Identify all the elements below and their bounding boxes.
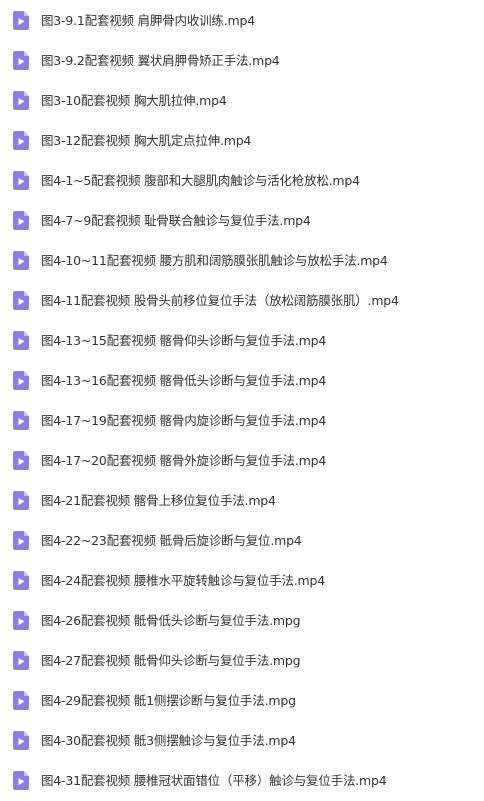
file-name: 图4-27配套视频 骶骨仰头诊断与复位手法.mpg (41, 653, 301, 668)
video-file-icon (13, 771, 29, 790)
video-file-icon (13, 531, 29, 550)
file-list: 图3-9.1配套视频 肩胛骨内收训练.mp4 图3-9.2配套视频 翼状肩胛骨矫正… (0, 0, 484, 795)
file-row[interactable]: 图4-11配套视频 股骨头前移位复位手法（放松阔筋膜张肌）.mp4 (0, 281, 484, 321)
video-file-icon (13, 571, 29, 590)
file-row[interactable]: 图3-9.2配套视频 翼状肩胛骨矫正手法.mp4 (0, 41, 484, 81)
video-file-icon (13, 91, 29, 110)
video-file-icon (13, 691, 29, 710)
video-file-icon (13, 731, 29, 750)
file-name: 图4-7~9配套视频 耻骨联合触诊与复位手法.mp4 (41, 213, 311, 228)
file-row[interactable]: 图4-7~9配套视频 耻骨联合触诊与复位手法.mp4 (0, 201, 484, 241)
video-file-icon (13, 291, 29, 310)
video-file-icon (13, 611, 29, 630)
file-row[interactable]: 图3-9.1配套视频 肩胛骨内收训练.mp4 (0, 1, 484, 41)
video-file-icon (13, 651, 29, 670)
video-file-icon (13, 131, 29, 150)
file-row[interactable]: 图4-13~16配套视频 髂骨低头诊断与复位手法.mp4 (0, 361, 484, 401)
file-row[interactable]: 图4-30配套视频 骶3侧摆触诊与复位手法.mp4 (0, 721, 484, 761)
file-row[interactable]: 图3-10配套视频 胸大肌拉伸.mp4 (0, 81, 484, 121)
file-name: 图4-1~5配套视频 腹部和大腿肌肉触诊与活化枪放松.mp4 (41, 173, 360, 188)
file-row[interactable]: 图4-31配套视频 腰椎冠状面错位（平移）触诊与复位手法.mp4 (0, 761, 484, 801)
video-file-icon (13, 491, 29, 510)
file-name: 图4-30配套视频 骶3侧摆触诊与复位手法.mp4 (41, 733, 296, 748)
file-name: 图4-10~11配套视频 腰方肌和阔筋膜张肌触诊与放松手法.mp4 (41, 253, 388, 268)
file-row[interactable]: 图4-17~20配套视频 髂骨外旋诊断与复位手法.mp4 (0, 441, 484, 481)
video-file-icon (13, 451, 29, 470)
file-name: 图4-26配套视频 骶骨低头诊断与复位手法.mpg (41, 613, 301, 628)
file-row[interactable]: 图4-17~19配套视频 髂骨内旋诊断与复位手法.mp4 (0, 401, 484, 441)
file-name: 图4-22~23配套视频 骶骨后旋诊断与复位.mp4 (41, 533, 302, 548)
file-name: 图4-11配套视频 股骨头前移位复位手法（放松阔筋膜张肌）.mp4 (41, 293, 399, 308)
file-row[interactable]: 图4-22~23配套视频 骶骨后旋诊断与复位.mp4 (0, 521, 484, 561)
file-row[interactable]: 图4-21配套视频 髂骨上移位复位手法.mp4 (0, 481, 484, 521)
video-file-icon (13, 211, 29, 230)
file-name: 图4-17~19配套视频 髂骨内旋诊断与复位手法.mp4 (41, 413, 327, 428)
video-file-icon (13, 51, 29, 70)
video-file-icon (13, 331, 29, 350)
file-row[interactable]: 图3-12配套视频 胸大肌定点拉伸.mp4 (0, 121, 484, 161)
file-name: 图3-9.1配套视频 肩胛骨内收训练.mp4 (41, 13, 255, 28)
file-name: 图4-24配套视频 腰椎水平旋转触诊与复位手法.mp4 (41, 573, 325, 588)
video-file-icon (13, 11, 29, 30)
file-name: 图4-13~15配套视频 髂骨仰头诊断与复位手法.mp4 (41, 333, 327, 348)
file-row[interactable]: 图4-29配套视频 骶1侧摆诊断与复位手法.mpg (0, 681, 484, 721)
file-row[interactable]: 图4-13~15配套视频 髂骨仰头诊断与复位手法.mp4 (0, 321, 484, 361)
file-row[interactable]: 图4-10~11配套视频 腰方肌和阔筋膜张肌触诊与放松手法.mp4 (0, 241, 484, 281)
file-name: 图3-12配套视频 胸大肌定点拉伸.mp4 (41, 133, 252, 148)
file-row[interactable]: 图4-27配套视频 骶骨仰头诊断与复位手法.mpg (0, 641, 484, 681)
video-file-icon (13, 171, 29, 190)
video-file-icon (13, 371, 29, 390)
file-name: 图4-13~16配套视频 髂骨低头诊断与复位手法.mp4 (41, 373, 327, 388)
file-name: 图3-10配套视频 胸大肌拉伸.mp4 (41, 93, 227, 108)
file-name: 图4-17~20配套视频 髂骨外旋诊断与复位手法.mp4 (41, 453, 327, 468)
file-row[interactable]: 图4-26配套视频 骶骨低头诊断与复位手法.mpg (0, 601, 484, 641)
file-name: 图4-29配套视频 骶1侧摆诊断与复位手法.mpg (41, 693, 296, 708)
file-name: 图4-31配套视频 腰椎冠状面错位（平移）触诊与复位手法.mp4 (41, 773, 387, 788)
file-name: 图3-9.2配套视频 翼状肩胛骨矫正手法.mp4 (41, 53, 280, 68)
file-name: 图4-21配套视频 髂骨上移位复位手法.mp4 (41, 493, 276, 508)
video-file-icon (13, 251, 29, 270)
video-file-icon (13, 411, 29, 430)
file-row[interactable]: 图4-1~5配套视频 腹部和大腿肌肉触诊与活化枪放松.mp4 (0, 161, 484, 201)
file-row[interactable]: 图4-24配套视频 腰椎水平旋转触诊与复位手法.mp4 (0, 561, 484, 601)
